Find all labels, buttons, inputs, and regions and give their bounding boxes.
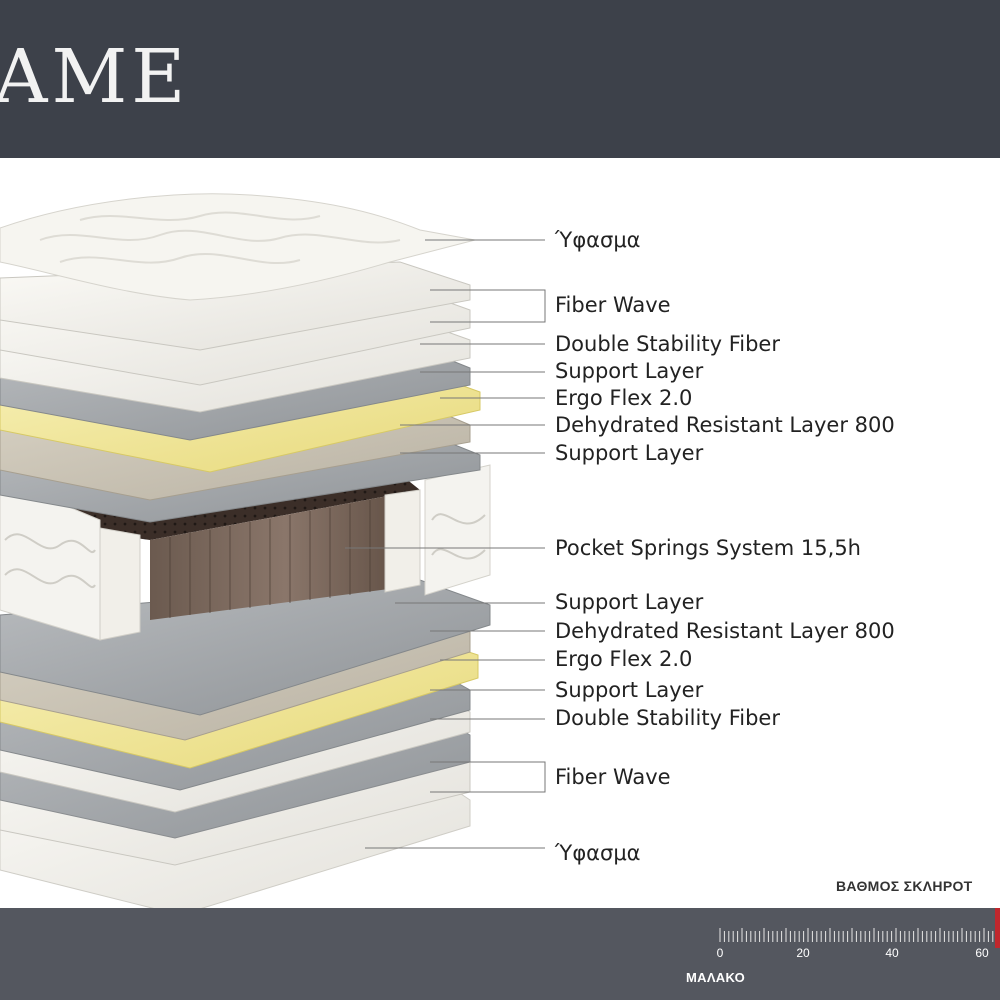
firmness-title: ΒΑΘΜΟΣ ΣΚΛΗΡΟΤ <box>836 878 973 894</box>
scale-label-20: 20 <box>796 946 810 960</box>
scale-ticks <box>719 928 994 942</box>
firmness-scale <box>719 908 1000 948</box>
firmness-marker <box>995 908 1000 948</box>
header-bar: AME <box>0 0 1000 158</box>
layer-label-fiber-wave-top: Fiber Wave <box>555 293 671 317</box>
layer-label-support-4: Support Layer <box>555 678 704 702</box>
layer-label-support-2: Support Layer <box>555 441 704 465</box>
layer-label-double-stability-top: Double Stability Fiber <box>555 332 780 356</box>
right-edge-foam-panel <box>424 464 491 596</box>
soft-label: ΜΑΛΑΚΟ <box>686 970 745 985</box>
layer-label-support-1: Support Layer <box>555 359 704 383</box>
scale-label-60: 60 <box>975 946 989 960</box>
right-edge-foam-block <box>384 489 421 593</box>
layer-label-fiber-wave-bottom: Fiber Wave <box>555 765 671 789</box>
layer-label-support-3: Support Layer <box>555 590 704 614</box>
layer-label-fabric-top: Ύφασμα <box>555 228 641 252</box>
layer-label-dehydrated-top: Dehydrated Resistant Layer 800 <box>555 413 895 437</box>
scale-label-40: 40 <box>885 946 899 960</box>
mattress-cross-section <box>0 193 546 908</box>
layer-label-ergo-flex-bottom: Ergo Flex 2.0 <box>555 647 693 671</box>
layer-label-dehydrated-bottom: Dehydrated Resistant Layer 800 <box>555 619 895 643</box>
product-title: AME <box>0 34 190 120</box>
layer-label-fabric-bottom: Ύφασμα <box>555 841 641 865</box>
scale-label-0: 0 <box>716 946 724 960</box>
layer-label-ergo-flex-top: Ergo Flex 2.0 <box>555 386 693 410</box>
product-infographic: AME Ύφασμα Fiber Wave Double Stability F… <box>0 0 1000 1000</box>
upper-layers <box>0 193 481 523</box>
layer-label-pocket-springs: Pocket Springs System 15,5h <box>555 536 861 560</box>
layer-label-double-stability-bottom: Double Stability Fiber <box>555 706 780 730</box>
left-edge-foam-block <box>99 527 141 641</box>
